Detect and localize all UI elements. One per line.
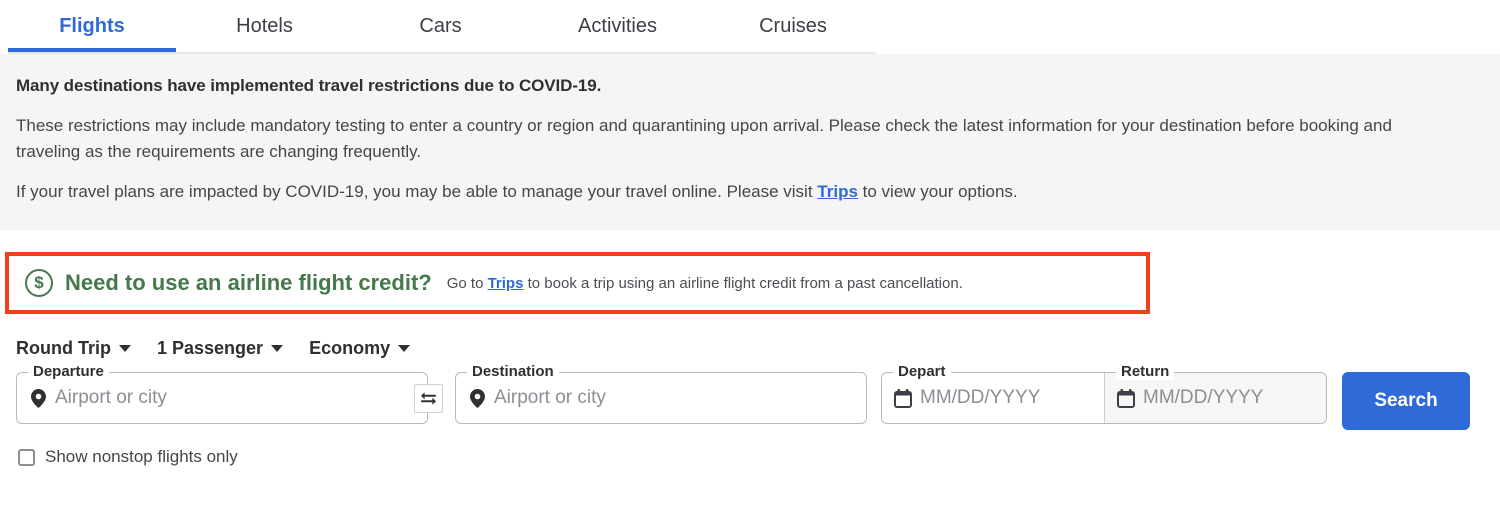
flight-credit-sub-before: Go to bbox=[446, 274, 484, 292]
chevron-down-icon bbox=[398, 345, 411, 352]
covid-paragraph-2-before: If your travel plans are impacted by COV… bbox=[16, 182, 813, 201]
return-date-input[interactable]: MM/DD/YYYY bbox=[1143, 387, 1263, 409]
tab-activities-label: Activities bbox=[578, 14, 657, 37]
tab-cruises-label: Cruises bbox=[759, 14, 827, 37]
nonstop-flights-checkbox[interactable] bbox=[18, 448, 35, 466]
destination-label: Destination bbox=[467, 363, 559, 380]
flight-credit-sub-after: to book a trip using an airline flight c… bbox=[527, 274, 963, 292]
flight-credit-heading: Need to use an airline flight credit? bbox=[65, 270, 432, 295]
depart-date-input[interactable]: MM/DD/YYYY bbox=[920, 387, 1040, 409]
calendar-icon bbox=[894, 388, 912, 408]
covid-travel-restrictions-notice: Many destinations have implemented trave… bbox=[0, 54, 1500, 230]
cabin-class-label: Economy bbox=[309, 338, 391, 358]
covid-paragraph-2-after: to view your options. bbox=[862, 182, 1018, 201]
cabin-class-dropdown[interactable]: Economy bbox=[309, 338, 411, 359]
passengers-dropdown[interactable]: 1 Passenger bbox=[156, 338, 284, 359]
flight-search-form: Departure Airport or city Destination Ai… bbox=[0, 359, 1500, 430]
trips-link-covid[interactable]: Trips bbox=[817, 182, 858, 201]
return-date-field[interactable]: Return MM/DD/YYYY bbox=[1104, 363, 1326, 423]
date-range-group: Depart MM/DD/YYYY Return MM/DD/YYYY bbox=[881, 363, 1327, 424]
covid-notice-paragraph-2: If your travel plans are impacted by COV… bbox=[16, 179, 1396, 205]
swap-airports-button[interactable] bbox=[414, 384, 443, 413]
depart-date-field[interactable]: Depart MM/DD/YYYY bbox=[882, 363, 1104, 423]
search-options-row: Round Trip 1 Passenger Economy bbox=[0, 314, 1500, 359]
swap-arrows-icon bbox=[421, 392, 436, 405]
departure-input[interactable]: Airport or city bbox=[55, 387, 167, 409]
flight-credit-banner: $ Need to use an airline flight credit? … bbox=[5, 252, 1150, 314]
tab-hotels-label: Hotels bbox=[236, 14, 293, 37]
trip-type-label: Round Trip bbox=[16, 338, 111, 358]
covid-notice-heading: Many destinations have implemented trave… bbox=[16, 76, 602, 95]
location-pin-icon bbox=[31, 388, 46, 408]
flight-credit-banner-wrapper: $ Need to use an airline flight credit? … bbox=[0, 230, 1500, 314]
trips-link-credit[interactable]: Trips bbox=[488, 275, 524, 292]
search-button[interactable]: Search bbox=[1342, 372, 1470, 430]
chevron-down-icon bbox=[271, 345, 284, 352]
tab-flights[interactable]: Flights bbox=[8, 0, 176, 52]
dollar-circle-icon: $ bbox=[25, 269, 53, 297]
flight-credit-subtext: Go to Trips to book a trip using an airl… bbox=[447, 275, 963, 292]
nonstop-flights-label: Show nonstop flights only bbox=[45, 447, 238, 466]
tab-cars[interactable]: Cars bbox=[353, 0, 528, 52]
primary-tab-bar: Flights Hotels Cars Activities Cruises bbox=[0, 0, 1500, 54]
depart-date-label: Depart bbox=[893, 363, 951, 380]
calendar-icon bbox=[1117, 388, 1135, 408]
covid-notice-paragraph-1: These restrictions may include mandatory… bbox=[16, 116, 1392, 161]
departure-label: Departure bbox=[28, 363, 109, 380]
tab-cruises[interactable]: Cruises bbox=[707, 0, 879, 52]
chevron-down-icon bbox=[118, 345, 131, 352]
destination-input[interactable]: Airport or city bbox=[494, 387, 606, 409]
return-date-label: Return bbox=[1116, 363, 1175, 380]
passengers-label: 1 Passenger bbox=[156, 338, 264, 358]
dollar-glyph: $ bbox=[34, 273, 44, 292]
destination-field[interactable]: Destination Airport or city bbox=[455, 363, 867, 424]
nonstop-flights-row: Show nonstop flights only bbox=[0, 446, 1500, 468]
tab-activities[interactable]: Activities bbox=[528, 0, 707, 52]
departure-field[interactable]: Departure Airport or city bbox=[16, 363, 428, 424]
trip-type-dropdown[interactable]: Round Trip bbox=[16, 338, 131, 359]
location-pin-icon bbox=[470, 388, 485, 408]
tab-flights-label: Flights bbox=[59, 14, 125, 37]
tab-cars-label: Cars bbox=[419, 14, 462, 37]
tab-hotels[interactable]: Hotels bbox=[176, 0, 353, 52]
